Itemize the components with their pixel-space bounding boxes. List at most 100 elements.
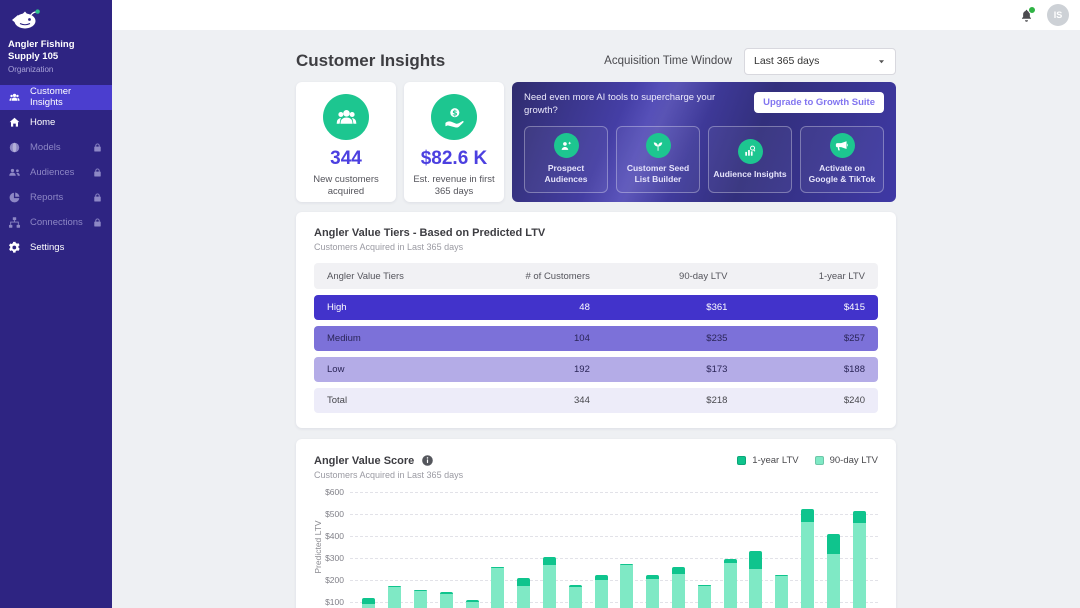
- bar-90day-ltv: [724, 563, 737, 608]
- sidebar-item-customer-insights[interactable]: Customer Insights: [0, 85, 112, 110]
- sidebar-item-home[interactable]: Home: [0, 110, 112, 135]
- settings-icon: [8, 241, 21, 254]
- sidebar-nav: Customer Insights Home Models AudiencesRepo…: [0, 85, 112, 260]
- angler-value-score-card: Angler Value Score Customers Acquired in…: [296, 439, 896, 608]
- sidebar-item-label: Settings: [30, 242, 64, 253]
- lock-icon: [92, 167, 103, 178]
- home-icon: [8, 116, 21, 129]
- growth-suite-message: Need even more AI tools to supercharge y…: [524, 92, 744, 118]
- growth-tile-label: Prospect Audiences: [525, 163, 607, 185]
- main-content: Customer Insights Acquisition Time Windo…: [112, 30, 1080, 608]
- chart-title: Angler Value Score: [314, 455, 414, 467]
- new-customers-value: 344: [330, 148, 362, 170]
- y-axis-label: Predicted LTV: [313, 512, 323, 582]
- bar-1year-ltv: [672, 567, 685, 574]
- time-window-label: Acquisition Time Window: [604, 55, 732, 67]
- y-tick-label: $200: [314, 575, 344, 585]
- est-revenue-value: $82.6 K: [421, 148, 488, 170]
- sidebar-item-settings[interactable]: Settings: [0, 235, 112, 260]
- ltv-90day: $235: [603, 333, 741, 344]
- upgrade-growth-suite-button[interactable]: Upgrade to Growth Suite: [754, 92, 884, 113]
- sidebar: Angler Fishing Supply 105 Organization C…: [0, 0, 112, 608]
- growth-tile-prospect-audiences[interactable]: Prospect Audiences: [524, 126, 608, 193]
- bar-1year-ltv: [362, 598, 375, 604]
- lock-icon: [92, 217, 103, 228]
- column-header-of-customers: # of Customers: [493, 271, 603, 282]
- seedling-icon: [646, 133, 671, 158]
- page-header: Customer Insights Acquisition Time Windo…: [296, 44, 896, 78]
- gridline: [350, 580, 878, 581]
- growth-suite-banner: Need even more AI tools to supercharge y…: [512, 82, 896, 202]
- revenue-hand-icon: $: [431, 94, 477, 140]
- megaphone-icon: [830, 133, 855, 158]
- chart-search-icon: [738, 139, 763, 164]
- person-sparkle-icon: [554, 133, 579, 158]
- bar-1year-ltv: [595, 575, 608, 579]
- bar-90day-ltv: [595, 580, 608, 608]
- customer-insights-icon: [8, 91, 21, 104]
- bar-90day-ltv: [698, 585, 711, 608]
- column-header-1-year-ltv: 1-year LTV: [740, 271, 878, 282]
- est-revenue-card: $ $82.6 K Est. revenue in first 365 days: [404, 82, 504, 202]
- bar-90day-ltv: [853, 523, 866, 608]
- customers-icon: [323, 94, 369, 140]
- growth-tile-customer-seed-list-builder[interactable]: Customer Seed List Builder: [616, 126, 700, 193]
- gridline: [350, 514, 878, 515]
- ltv-1year: $240: [740, 395, 878, 406]
- chart-subtitle: Customers Acquired in Last 365 days: [314, 470, 463, 480]
- topbar: IS: [112, 0, 1080, 30]
- time-window-select[interactable]: Last 365 days: [744, 48, 896, 75]
- tier-row-total: Total344$218$240: [314, 388, 878, 413]
- legend-swatch: [737, 456, 746, 465]
- sidebar-item-connections[interactable]: Connections: [0, 210, 112, 235]
- y-tick-label: $400: [314, 531, 344, 541]
- time-window-value: Last 365 days: [754, 55, 819, 67]
- bar-1year-ltv: [853, 511, 866, 523]
- audiences-icon: [8, 166, 21, 179]
- sidebar-item-label: Models: [30, 142, 61, 153]
- info-icon[interactable]: [421, 454, 434, 467]
- bar-1year-ltv: [414, 590, 427, 591]
- bar-1year-ltv: [620, 564, 633, 565]
- tier-name: Medium: [314, 333, 493, 344]
- ltv-90day: $173: [603, 364, 741, 375]
- legend-item-90-day-ltv: 90-day LTV: [815, 455, 878, 466]
- bar-1year-ltv: [724, 559, 737, 564]
- sidebar-item-reports[interactable]: Reports: [0, 185, 112, 210]
- new-customers-label: New customers acquired: [296, 174, 396, 199]
- ltv-1year: $188: [740, 364, 878, 375]
- bar-1year-ltv: [543, 557, 556, 564]
- customer-count: 104: [493, 333, 603, 344]
- gridline: [350, 558, 878, 559]
- sidebar-item-audiences[interactable]: Audiences: [0, 160, 112, 185]
- growth-tile-audience-insights[interactable]: Audience Insights: [708, 126, 792, 193]
- sidebar-item-models[interactable]: Models: [0, 135, 112, 160]
- growth-tile-label: Customer Seed List Builder: [617, 163, 699, 185]
- notification-dot: [1028, 6, 1036, 14]
- gridline: [350, 536, 878, 537]
- tier-row-low: Low192$173$188: [314, 357, 878, 382]
- y-tick-label: $100: [314, 597, 344, 607]
- legend-label: 1-year LTV: [752, 455, 798, 466]
- notification-bell-icon[interactable]: [1019, 8, 1034, 23]
- tiers-table: Angler Value Tiers# of Customers90-day L…: [314, 263, 878, 413]
- growth-tile-activate-on-google-tiktok[interactable]: Activate on Google & TikTok: [800, 126, 884, 193]
- sidebar-item-label: Home: [30, 117, 55, 128]
- sidebar-item-label: Connections: [30, 217, 83, 228]
- lock-icon: [92, 142, 103, 153]
- customer-count: 344: [493, 395, 603, 406]
- gridline: [350, 602, 878, 603]
- bar-90day-ltv: [414, 591, 427, 608]
- new-customers-card: 344 New customers acquired: [296, 82, 396, 202]
- tier-name: High: [314, 302, 493, 313]
- growth-tile-label: Audience Insights: [709, 169, 790, 180]
- user-avatar[interactable]: IS: [1047, 4, 1069, 26]
- y-tick-label: $600: [314, 487, 344, 497]
- bar-90day-ltv: [543, 565, 556, 608]
- app-window: Angler Fishing Supply 105 Organization C…: [0, 0, 1080, 608]
- tiers-card-subtitle: Customers Acquired in Last 365 days: [314, 242, 878, 252]
- bar-1year-ltv: [466, 600, 479, 603]
- tier-name: Total: [314, 395, 493, 406]
- bar-90day-ltv: [491, 567, 504, 608]
- ltv-1year: $257: [740, 333, 878, 344]
